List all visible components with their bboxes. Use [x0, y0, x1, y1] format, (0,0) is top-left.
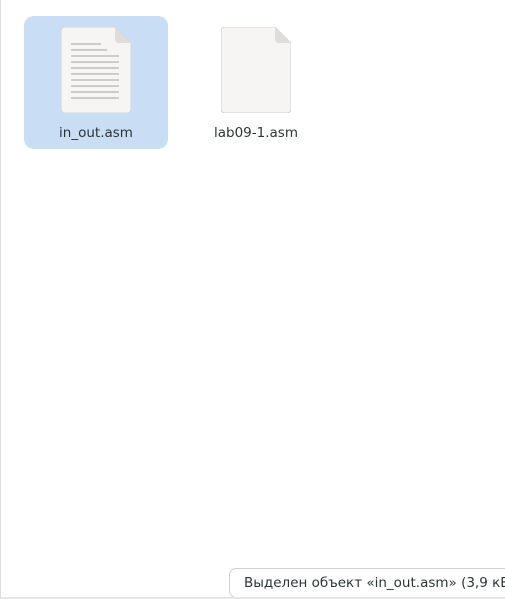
file-name-label: in_out.asm [59, 125, 133, 141]
blank-document-icon [221, 27, 291, 113]
text-document-icon [61, 27, 131, 113]
status-text: Выделен объект «in_out.asm» (3,9 кБ) [244, 575, 505, 591]
selection-status-bar: Выделен объект «in_out.asm» (3,9 кБ) [229, 568, 505, 598]
file-item-in-out-asm[interactable]: in_out.asm [24, 16, 168, 149]
file-name-label: lab09-1.asm [214, 125, 298, 141]
window-left-border [0, 0, 1, 599]
file-item-lab09-1-asm[interactable]: lab09-1.asm [184, 16, 328, 149]
